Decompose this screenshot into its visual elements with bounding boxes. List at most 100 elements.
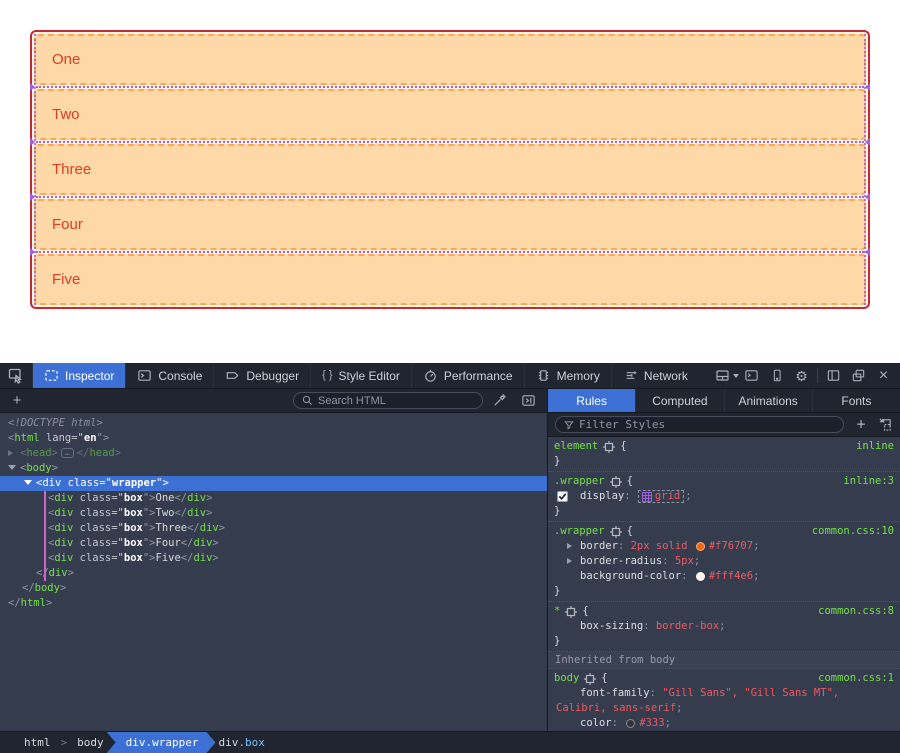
declaration-font-family[interactable]: font-family: "Gill Sans", "Gill Sans MT"… — [554, 686, 894, 701]
tab-label: Inspector — [65, 369, 114, 383]
grid-overlay-line — [36, 251, 864, 253]
declaration-border[interactable]: border: 2px solid #f76707; — [554, 539, 894, 554]
tab-console[interactable]: Console — [126, 363, 214, 388]
html-close-node[interactable]: </html> — [0, 596, 547, 611]
box-node[interactable]: <div class="box">Three</div> — [0, 521, 547, 536]
rule-body: body{common.css:1 font-family: "Gill San… — [548, 669, 900, 731]
collapsed-ellipsis-icon[interactable]: … — [61, 448, 74, 458]
three-pane-toggle-icon — [521, 393, 536, 408]
expand-icon[interactable] — [567, 543, 575, 549]
eyedropper-button[interactable] — [487, 388, 512, 414]
inherited-from-body-header: Inherited from body — [548, 652, 900, 669]
box-node[interactable]: <div class="box">Five</div> — [0, 551, 547, 566]
tab-network[interactable]: Network — [612, 363, 699, 388]
memory-icon — [536, 368, 551, 383]
rule-source-link[interactable]: inline — [856, 439, 894, 454]
dock-options-button[interactable] — [714, 363, 739, 389]
split-console-icon — [744, 368, 759, 383]
declaration-checkbox[interactable] — [557, 491, 568, 502]
tab-computed[interactable]: Computed — [636, 389, 724, 412]
responsive-mode-icon — [770, 368, 784, 383]
dock-bottom-icon — [715, 368, 731, 384]
network-icon — [623, 368, 638, 383]
add-node-button[interactable]: + — [6, 392, 28, 409]
head-node[interactable]: <head>…</head> — [0, 446, 547, 461]
rules-toolbar: Filter Styles + — [548, 413, 900, 437]
box-node[interactable]: <div class="box">Four</div> — [0, 536, 547, 551]
color-swatch[interactable] — [696, 542, 705, 551]
doctype-node[interactable]: <!DOCTYPE html> — [0, 416, 547, 431]
grid-box-label: Four — [52, 216, 83, 233]
search-html-input[interactable]: Search HTML — [293, 392, 483, 409]
declaration-border-radius[interactable]: border-radius: 5px; — [554, 554, 894, 569]
expand-icon[interactable] — [8, 450, 16, 456]
box-node[interactable]: <div class="box">Two</div> — [0, 506, 547, 521]
breadcrumb-html[interactable]: html — [14, 732, 61, 753]
color-swatch[interactable] — [626, 719, 635, 728]
close-devtools-button[interactable]: × — [871, 363, 896, 389]
rule-universal: *{common.css:8 box-sizing: border-box; } — [548, 602, 900, 652]
filter-styles-input[interactable]: Filter Styles — [555, 416, 844, 433]
declaration-font-family-wrap[interactable]: Calibri, sans-serif; — [554, 701, 894, 716]
html-node[interactable]: <html lang="en"> — [0, 431, 547, 446]
pseudo-class-panel-button[interactable] — [878, 417, 893, 432]
dock-side-button[interactable] — [821, 363, 846, 389]
tab-label: Network — [644, 369, 688, 383]
tab-label: Computed — [652, 394, 707, 408]
tab-debugger[interactable]: Debugger — [214, 363, 311, 388]
tab-inspector[interactable]: Inspector — [33, 363, 126, 388]
rule-selector[interactable]: element — [554, 439, 598, 454]
separate-window-button[interactable] — [846, 363, 871, 389]
search-icon — [302, 395, 313, 406]
declaration-background-color[interactable]: background-color: #fff4e6; — [554, 569, 894, 584]
selector-target-icon[interactable] — [584, 673, 596, 685]
responsive-mode-button[interactable] — [764, 363, 789, 389]
body-close-node[interactable]: </body> — [0, 581, 547, 596]
rule-selector[interactable]: body — [554, 671, 579, 686]
rule-selector[interactable]: .wrapper — [554, 474, 605, 489]
color-swatch[interactable] — [696, 572, 705, 581]
tab-memory[interactable]: Memory — [525, 363, 612, 388]
settings-button[interactable]: ⚙ — [789, 363, 814, 389]
tab-label: Animations — [738, 394, 797, 408]
expand-icon[interactable] — [567, 558, 575, 564]
rule-source-link[interactable]: common.css:1 — [818, 671, 894, 686]
box-node[interactable]: <div class="box">One</div> — [0, 491, 547, 506]
breadcrumb-div-box[interactable]: div.box — [208, 732, 274, 753]
tab-style-editor[interactable]: { } Style Editor — [311, 363, 412, 388]
declaration-box-sizing[interactable]: box-sizing: border-box; — [554, 619, 894, 634]
tab-animations[interactable]: Animations — [725, 389, 813, 412]
wrapper-node-selected[interactable]: <div class="wrapper"> — [0, 476, 547, 491]
devtools-panel: Inspector Console Debugger { } Style Edi… — [0, 363, 900, 753]
element-picker-button[interactable] — [0, 363, 33, 388]
three-pane-toggle-button[interactable] — [516, 388, 541, 414]
rule-source-link[interactable]: common.css:10 — [812, 524, 894, 539]
rule-source-link[interactable]: common.css:8 — [818, 604, 894, 619]
grid-highlighter-toggle[interactable]: grid — [638, 490, 684, 503]
selector-target-icon[interactable] — [610, 526, 622, 538]
collapse-icon[interactable] — [24, 480, 32, 489]
body-node[interactable]: <body> — [0, 461, 547, 476]
tab-rules[interactable]: Rules — [548, 389, 636, 412]
declaration-display-grid[interactable]: display: grid; — [554, 489, 894, 504]
tab-performance[interactable]: Performance — [412, 363, 525, 388]
rule-selector[interactable]: .wrapper — [554, 524, 605, 539]
split-console-button[interactable] — [739, 363, 764, 389]
console-icon — [137, 368, 152, 383]
selector-target-icon[interactable] — [565, 606, 577, 618]
breadcrumb-div-wrapper[interactable]: div.wrapper — [107, 732, 216, 753]
breadcrumb-body[interactable]: body — [67, 732, 114, 753]
wrapper-close-node[interactable]: </div> — [0, 566, 547, 581]
filter-placeholder: Filter Styles — [579, 417, 665, 432]
selector-target-icon[interactable] — [610, 476, 622, 488]
grid-box-four: Four — [34, 199, 866, 250]
rule-source-link[interactable]: inline:3 — [843, 474, 894, 489]
declaration-color[interactable]: color: #333; — [554, 716, 894, 731]
rule-selector[interactable]: * — [554, 604, 560, 619]
collapse-icon[interactable] — [8, 465, 16, 474]
add-rule-button[interactable]: + — [852, 417, 870, 432]
tab-fonts[interactable]: Fonts — [813, 389, 900, 412]
grid-display-icon — [642, 492, 652, 502]
grid-box-label: Two — [52, 106, 80, 123]
selector-target-icon[interactable] — [603, 441, 615, 453]
